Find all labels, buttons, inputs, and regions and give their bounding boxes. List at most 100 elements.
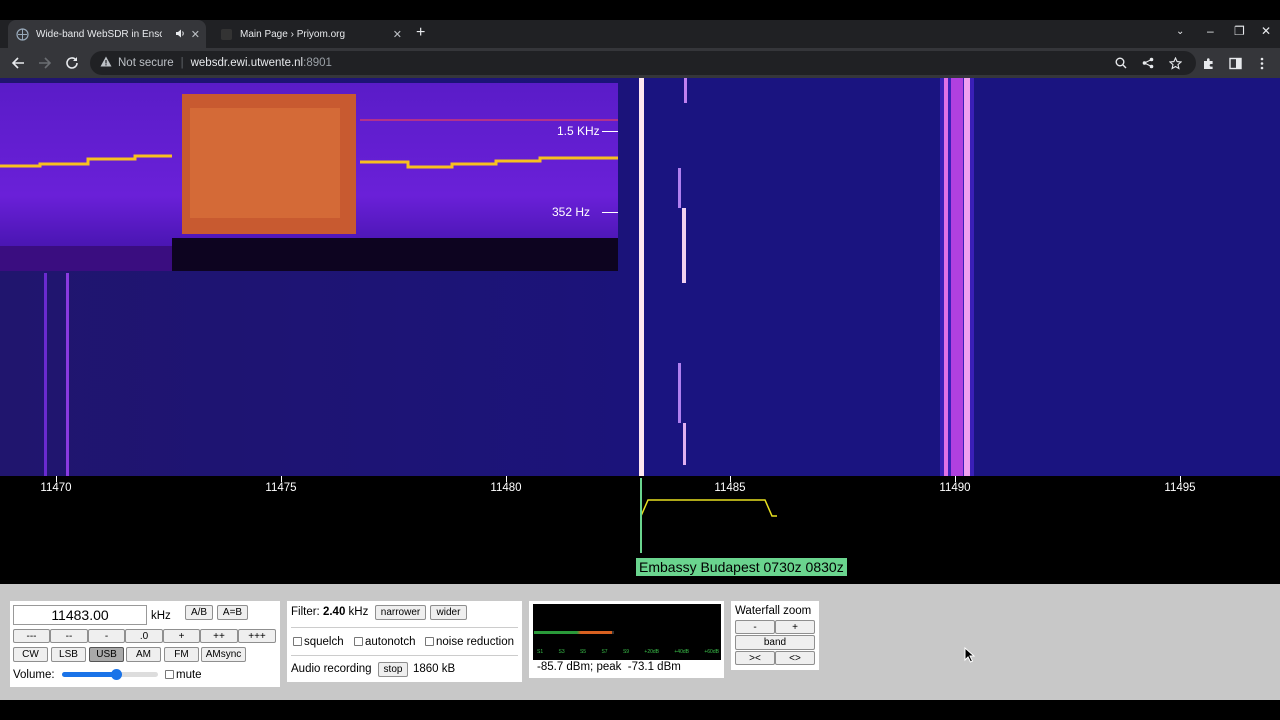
mouse-pointer-icon [964, 647, 975, 663]
narrower-button[interactable]: narrower [375, 605, 426, 620]
minimize-icon[interactable]: – [1207, 24, 1214, 38]
warning-icon[interactable] [100, 56, 112, 70]
volume-slider[interactable] [62, 669, 158, 680]
smeter-scale-label: +40dB [674, 649, 689, 655]
volume-label: Volume: [13, 669, 55, 681]
filter-label: Filter: [291, 606, 320, 618]
smeter-scale-label: S7 [601, 649, 608, 655]
speaker-icon[interactable] [175, 28, 186, 42]
autonotch-label: autonotch [365, 636, 416, 648]
control-panel: kHz A/B A=B --- -- - .0 + ++ +++ CW LSB … [0, 584, 1280, 700]
filter-box: Filter: 2.40 kHz narrower wider squelch … [287, 601, 522, 682]
close-tab-icon[interactable]: ✕ [191, 28, 200, 41]
autonotch-checkbox[interactable] [354, 637, 363, 646]
mute-option[interactable]: mute [165, 669, 202, 681]
filter-unit: kHz [348, 606, 369, 618]
tune-down-3-button[interactable]: --- [13, 629, 50, 643]
mode-fm-button[interactable]: FM [164, 647, 199, 662]
ab-button[interactable]: A/B [185, 605, 213, 620]
tune-up-1-button[interactable]: + [163, 629, 200, 643]
mute-checkbox[interactable] [165, 670, 174, 679]
tune-round-button[interactable]: .0 [125, 629, 163, 643]
freq-tick-label: 11480 [490, 482, 522, 494]
freq-tick-label: 11490 [939, 482, 971, 494]
frequency-unit: kHz [151, 610, 171, 622]
mode-usb-button[interactable]: USB [89, 647, 124, 662]
mode-am-button[interactable]: AM [126, 647, 161, 662]
squelch-checkbox[interactable] [293, 637, 302, 646]
extensions-icon[interactable] [1200, 55, 1216, 71]
side-panel-icon[interactable] [1227, 55, 1243, 71]
zoom-wide-button[interactable]: <> [775, 651, 815, 665]
mode-cw-button[interactable]: CW [13, 647, 48, 662]
wider-button[interactable]: wider [430, 605, 467, 620]
url-port: :8901 [303, 57, 332, 69]
autonotch-option[interactable]: autonotch [354, 636, 416, 648]
noise-reduction-checkbox[interactable] [425, 637, 434, 646]
squelch-option[interactable]: squelch [293, 636, 344, 648]
volume-slider-knob[interactable] [111, 669, 123, 680]
zoom-out-button[interactable]: - [735, 620, 775, 634]
tab-priyom[interactable]: Main Page › Priyom.org ✕ [212, 20, 408, 48]
forward-icon[interactable] [36, 54, 54, 72]
smeter-display: S1 S3 S5 S7 S9 +20dB +40dB +60dB [533, 604, 721, 660]
close-tab-icon[interactable]: ✕ [393, 28, 402, 41]
recording-label: Audio recording [291, 663, 372, 675]
zoom-icon[interactable] [1113, 55, 1129, 71]
bookmark-star-icon[interactable] [1167, 55, 1183, 71]
top-black-bar [0, 0, 1280, 20]
smeter-bar [534, 631, 612, 634]
station-label[interactable]: Embassy Budapest 0730z 0830z [636, 558, 847, 576]
back-icon[interactable] [9, 54, 27, 72]
url-host: websdr.ewi.utwente.nl [190, 57, 304, 69]
filter-readout: Filter: 2.40 kHz [291, 606, 368, 618]
stop-recording-button[interactable]: stop [378, 662, 408, 677]
address-bar[interactable]: Not secure | websdr.ewi.utwente.nl :8901 [90, 51, 1196, 75]
mute-label: mute [176, 669, 202, 681]
noise-reduction-option[interactable]: noise reduction [425, 636, 514, 648]
reload-icon[interactable] [63, 54, 81, 72]
smeter-scale-label: S1 [537, 649, 544, 655]
priyom-favicon-icon [220, 28, 233, 41]
sdr-display: 1.5 KHz 352 Hz 11470 11475 11480 11485 1… [0, 78, 1280, 584]
tune-up-2-button[interactable]: ++ [200, 629, 238, 643]
freq-tick-label: 11495 [1164, 482, 1196, 494]
zoom-in-button[interactable]: + [775, 620, 815, 634]
zoom-band-button[interactable]: band [735, 635, 815, 650]
noise-reduction-label: noise reduction [436, 636, 514, 648]
waterfall-zoom-title: Waterfall zoom [735, 605, 812, 617]
mode-amsync-button[interactable]: AMsync [201, 647, 246, 662]
tune-down-2-button[interactable]: -- [50, 629, 88, 643]
tab-title: Main Page › Priyom.org [240, 28, 346, 40]
share-icon[interactable] [1140, 55, 1156, 71]
tab-search-icon[interactable]: ⌄ [1176, 26, 1184, 37]
frequency-input[interactable] [13, 605, 147, 625]
freq-tick-label: 11485 [714, 482, 746, 494]
browser-toolbar: Not secure | websdr.ewi.utwente.nl :8901 [0, 48, 1280, 78]
zoom-narrow-button[interactable]: >< [735, 651, 775, 665]
a-equals-b-button[interactable]: A=B [217, 605, 248, 620]
divider [291, 655, 518, 656]
tab-websdr[interactable]: Wide-band WebSDR in Enschede ✕ [8, 20, 206, 48]
tab-strip: Wide-band WebSDR in Enschede ✕ Main Page… [0, 20, 1280, 48]
tab-title: Wide-band WebSDR in Enschede [36, 28, 162, 40]
websdr-favicon-icon [16, 27, 29, 41]
smeter-scale-label: S5 [579, 649, 587, 655]
security-label[interactable]: Not secure [118, 57, 174, 69]
audio-freq-label-low: 352 Hz [552, 205, 591, 219]
restore-icon[interactable]: ❐ [1234, 24, 1245, 38]
smeter-scale: S1 S3 S5 S7 S9 +20dB +40dB +60dB [537, 649, 719, 655]
menu-icon[interactable] [1254, 55, 1270, 71]
tune-down-1-button[interactable]: - [88, 629, 125, 643]
divider [291, 627, 518, 628]
recording-size: 1860 kB [413, 663, 456, 675]
new-tab-icon[interactable]: + [416, 24, 425, 42]
freq-tick-label: 11470 [40, 482, 72, 494]
smeter-scale-label: +60dB [704, 649, 719, 655]
audio-freq-label-high: 1.5 KHz [557, 124, 600, 138]
close-window-icon[interactable]: ✕ [1261, 24, 1271, 38]
filter-value: 2.40 [322, 606, 346, 618]
mode-lsb-button[interactable]: LSB [51, 647, 86, 662]
tune-up-3-button[interactable]: +++ [238, 629, 276, 643]
waterfall-graphic[interactable] [0, 78, 1280, 584]
